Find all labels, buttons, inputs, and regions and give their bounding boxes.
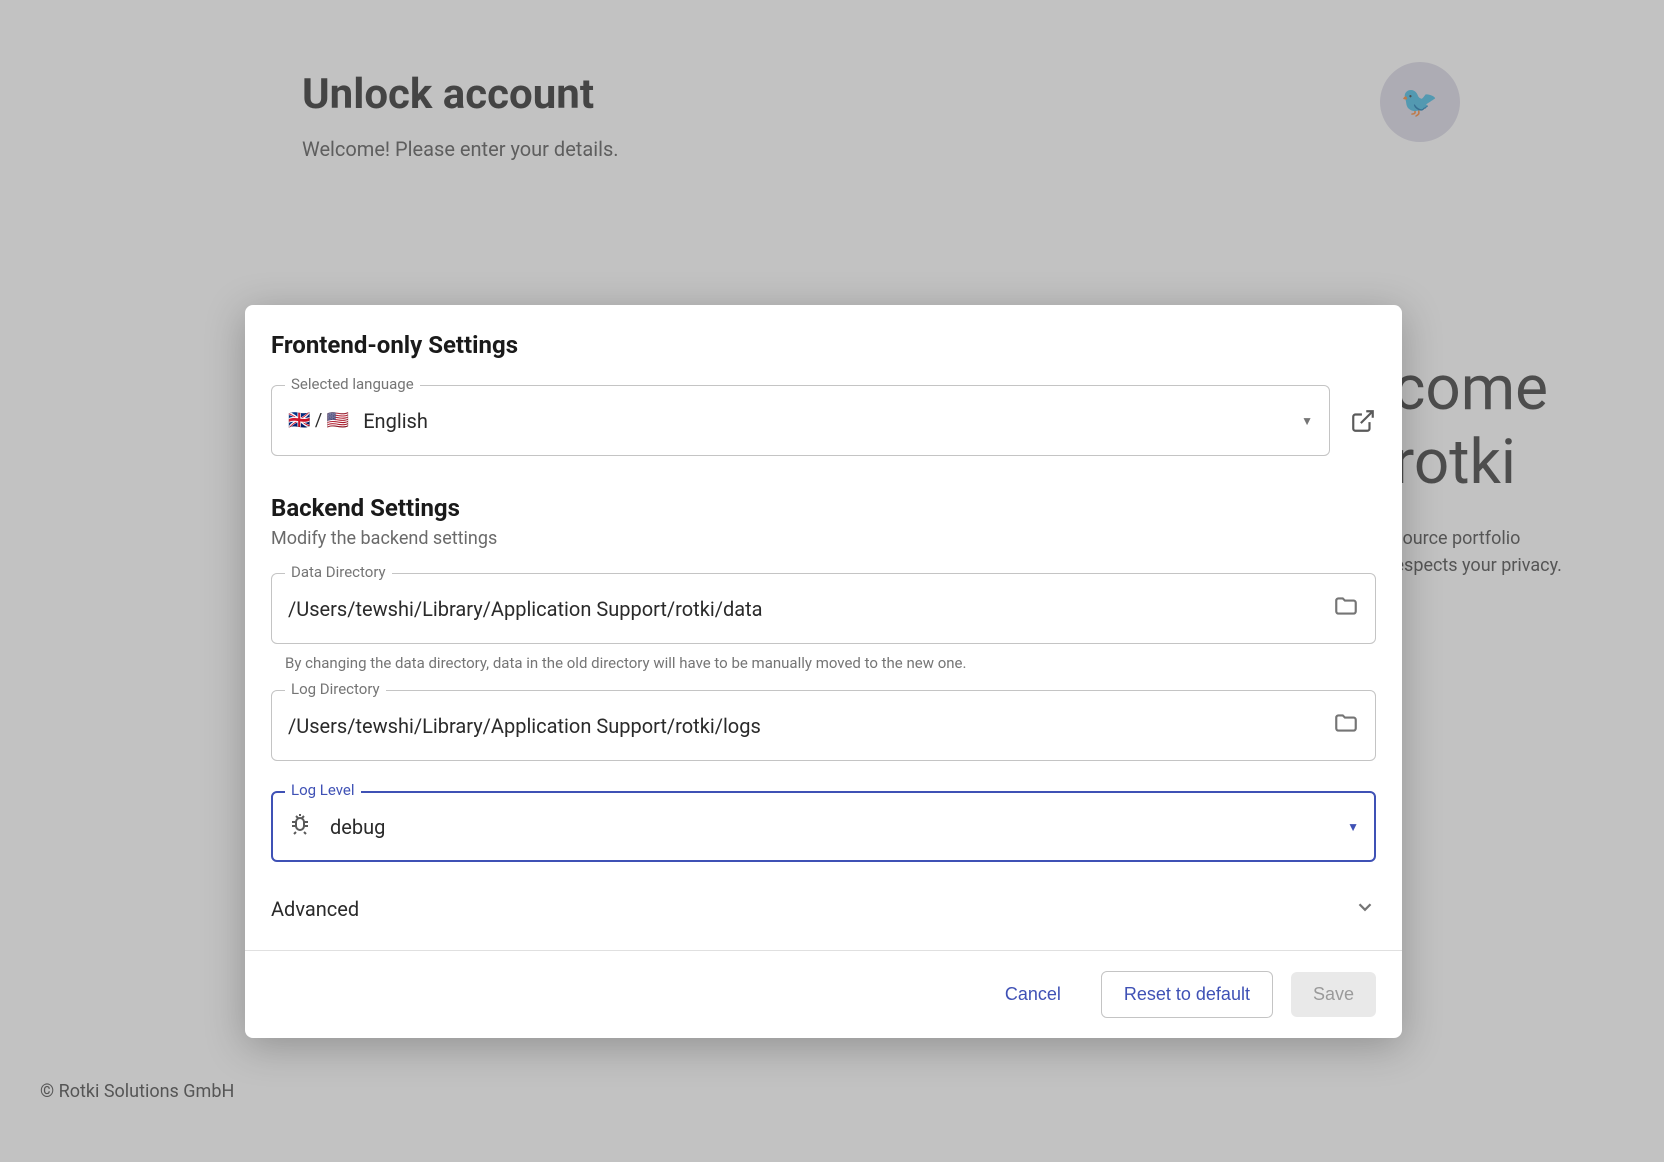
modal-body: Frontend-only Settings Selected language… — [245, 305, 1402, 950]
data-directory-input[interactable]: /Users/tewshi/Library/Application Suppor… — [271, 573, 1376, 644]
advanced-toggle[interactable]: Advanced — [271, 874, 1376, 930]
reset-to-default-button[interactable]: Reset to default — [1101, 971, 1273, 1018]
language-row: Selected language 🇬🇧 / 🇺🇸 English ▼ — [271, 385, 1376, 456]
chevron-down-icon: ▼ — [1347, 820, 1359, 834]
log-directory-input[interactable]: /Users/tewshi/Library/Application Suppor… — [271, 690, 1376, 761]
folder-icon[interactable] — [1333, 593, 1359, 624]
log-level-group: Log Level debug ▼ — [271, 791, 1376, 862]
log-directory-label: Log Directory — [285, 680, 386, 698]
bug-icon — [288, 812, 312, 841]
log-level-select[interactable]: debug ▼ — [271, 791, 1376, 862]
language-value: English — [363, 409, 428, 433]
language-select[interactable]: 🇬🇧 / 🇺🇸 English ▼ — [271, 385, 1330, 456]
log-directory-group: Log Directory /Users/tewshi/Library/Appl… — [271, 690, 1376, 761]
advanced-label: Advanced — [271, 897, 359, 921]
frontend-settings-heading: Frontend-only Settings — [271, 331, 1376, 359]
save-button[interactable]: Save — [1291, 972, 1376, 1017]
settings-modal: Frontend-only Settings Selected language… — [245, 305, 1402, 1038]
language-field-wrap: Selected language 🇬🇧 / 🇺🇸 English ▼ — [271, 385, 1330, 456]
data-directory-value: /Users/tewshi/Library/Application Suppor… — [288, 597, 763, 621]
log-level-value: debug — [330, 815, 385, 839]
language-label: Selected language — [285, 375, 420, 393]
language-flags: 🇬🇧 / 🇺🇸 — [288, 410, 349, 431]
chevron-down-icon: ▼ — [1301, 414, 1313, 428]
data-directory-label: Data Directory — [285, 563, 392, 581]
data-directory-group: Data Directory /Users/tewshi/Library/App… — [271, 573, 1376, 672]
data-directory-hint: By changing the data directory, data in … — [285, 654, 1376, 672]
backend-settings-heading: Backend Settings — [271, 494, 1376, 522]
backend-section: Backend Settings Modify the backend sett… — [271, 494, 1376, 930]
chevron-down-icon — [1354, 896, 1376, 922]
log-level-label: Log Level — [285, 781, 361, 799]
folder-icon[interactable] — [1333, 710, 1359, 741]
log-directory-value: /Users/tewshi/Library/Application Suppor… — [288, 714, 761, 738]
cancel-button[interactable]: Cancel — [983, 972, 1083, 1017]
backend-settings-sub: Modify the backend settings — [271, 528, 1376, 549]
external-link-icon[interactable] — [1350, 408, 1376, 434]
modal-footer: Cancel Reset to default Save — [245, 950, 1402, 1038]
